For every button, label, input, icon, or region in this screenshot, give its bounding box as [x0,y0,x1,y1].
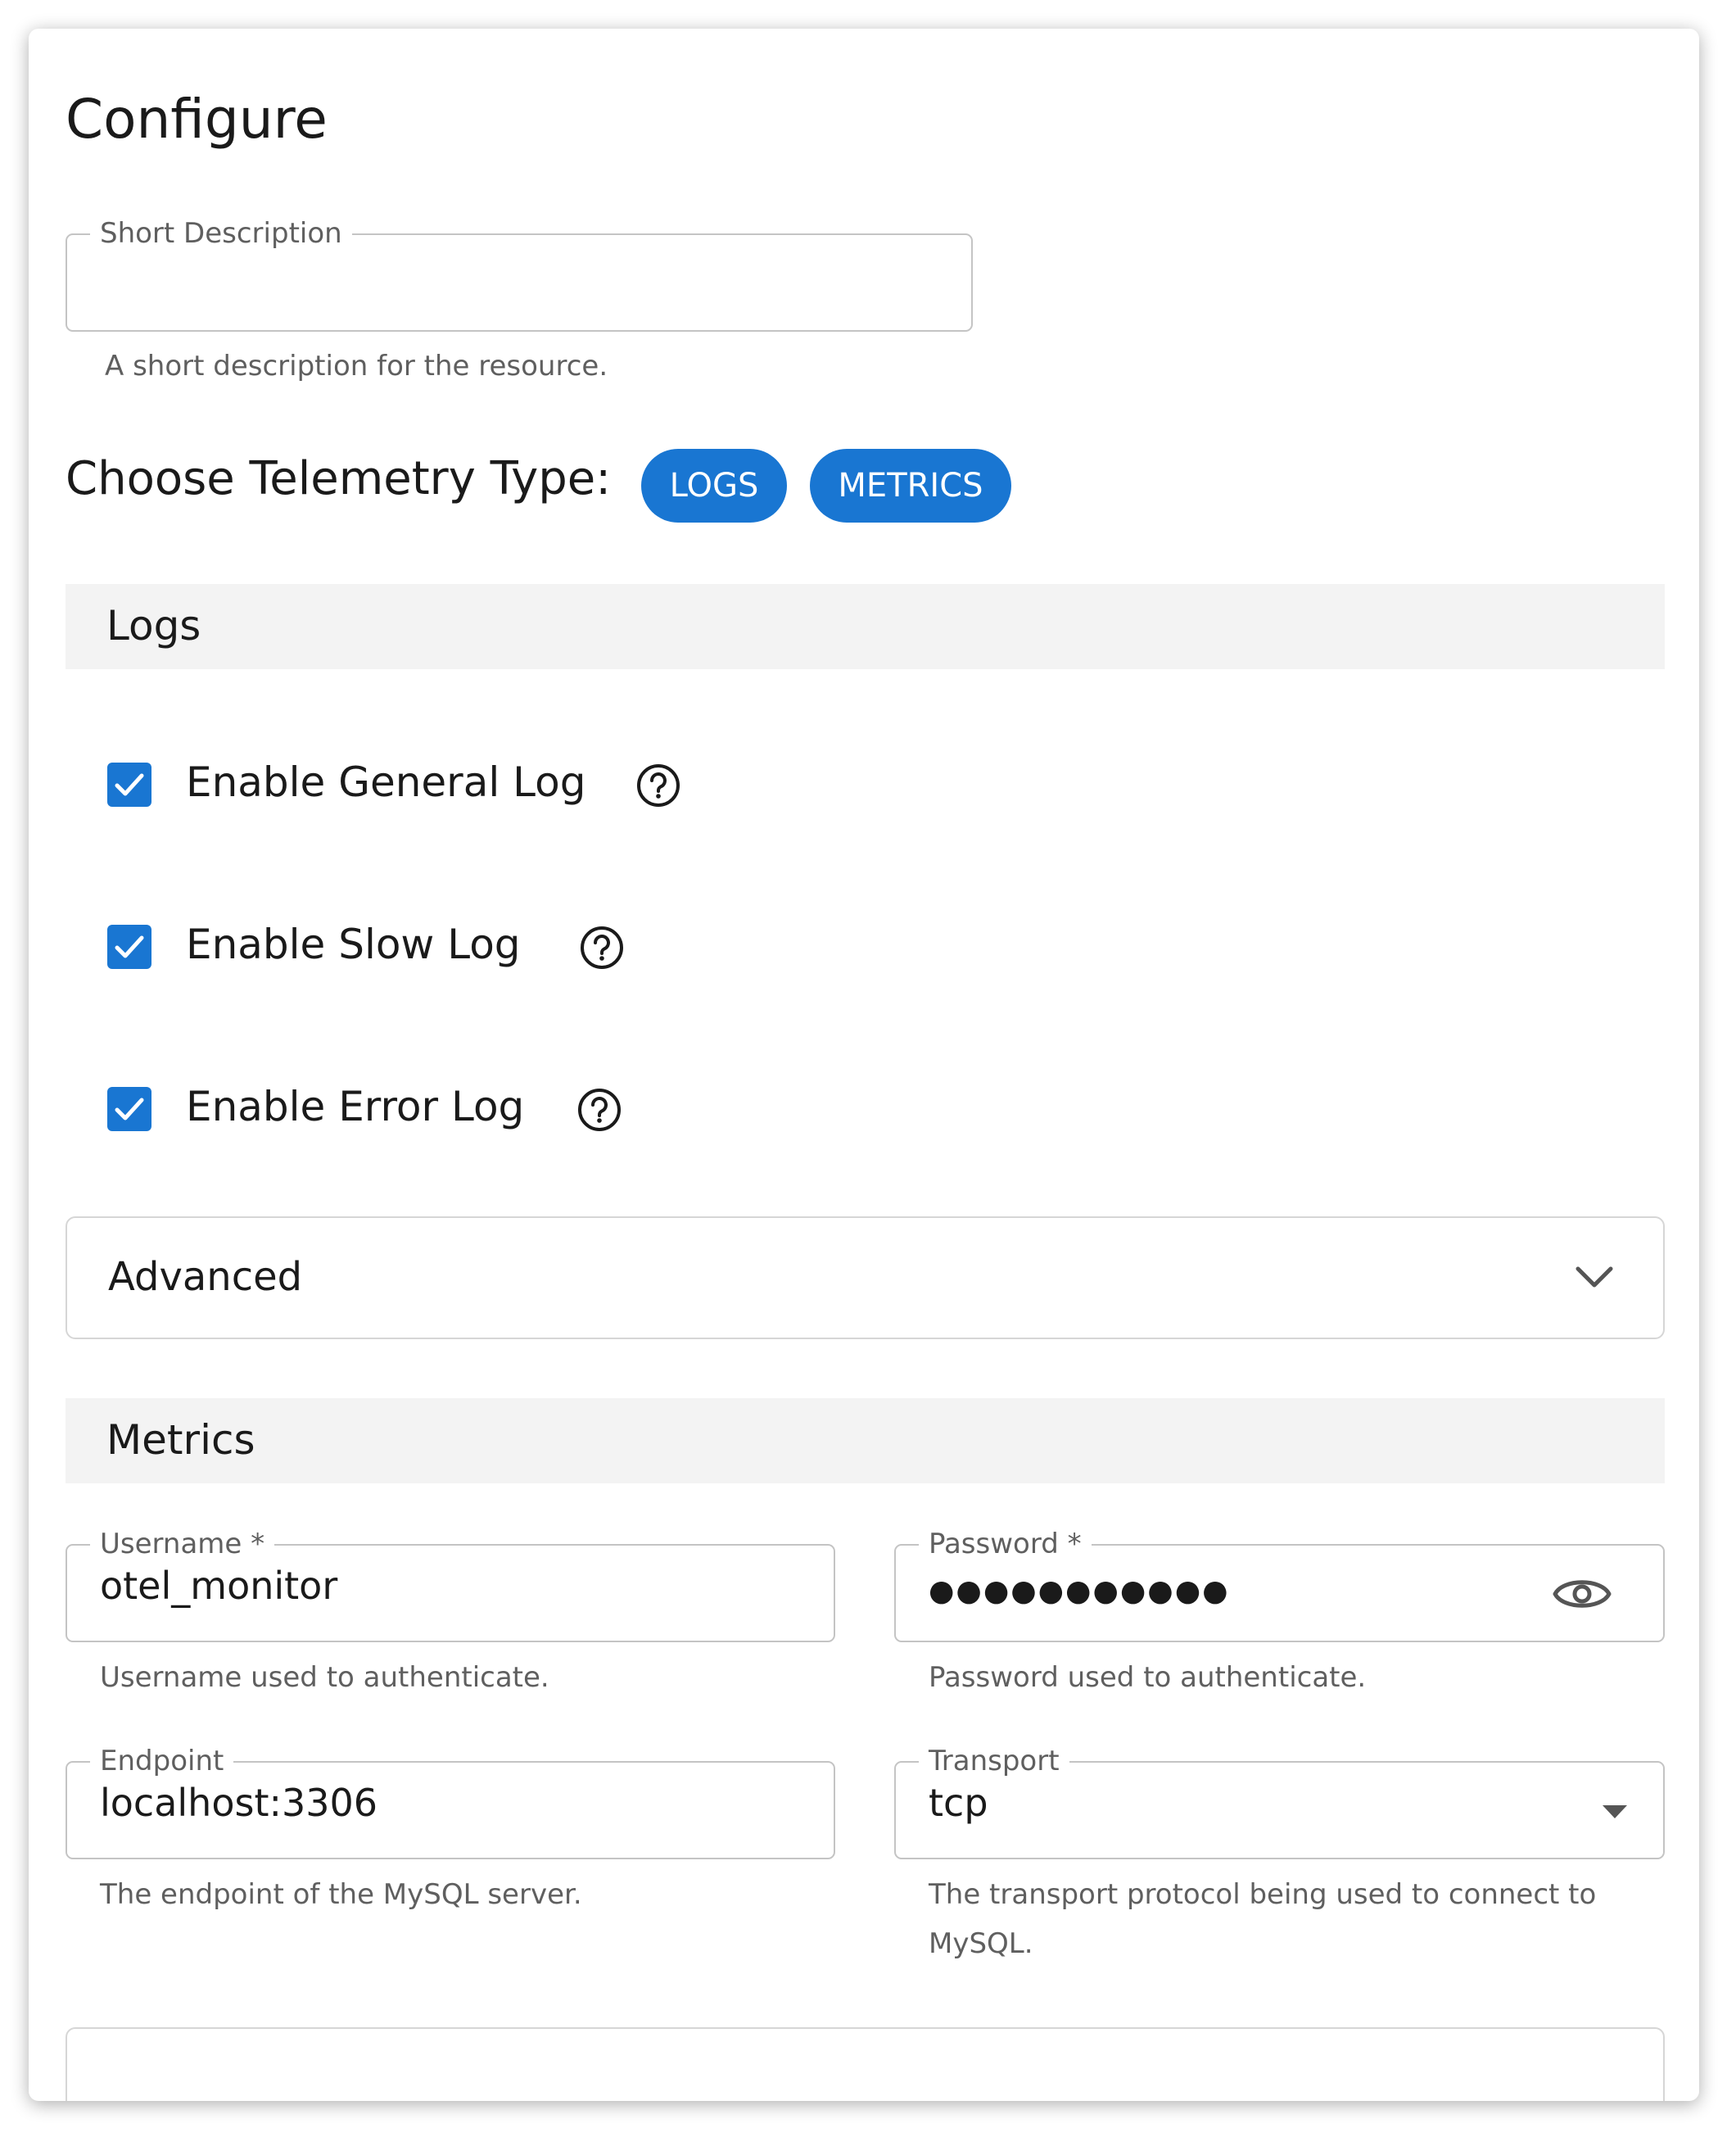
chevron-down-icon [1576,1266,1613,1288]
short-description-label: Short Description [90,215,352,251]
endpoint-label: Endpoint [90,1743,234,1779]
username-helper: Username used to authenticate. [100,1661,549,1694]
dropdown-arrow-icon [1603,1805,1627,1818]
transport-helper-line-2: MySQL. [929,1927,1033,1960]
check-icon [115,773,144,796]
username-label: Username * [90,1526,275,1562]
metrics-section-title: Metrics [106,1416,255,1464]
password-label: Password * [919,1526,1092,1562]
logs-section-header: Logs [66,584,1665,669]
help-circle-icon[interactable] [579,925,625,971]
check-icon [115,1098,144,1121]
eye-icon[interactable] [1552,1570,1612,1618]
slow-log-label: Enable Slow Log [186,921,521,968]
general-log-label: Enable General Log [186,758,586,806]
logs-chip[interactable]: LOGS [641,449,787,523]
transport-select[interactable]: Transport tcp [894,1743,1665,1859]
check-icon [115,935,144,958]
help-circle-icon[interactable] [576,1087,622,1133]
help-circle-icon[interactable] [635,763,681,808]
endpoint-helper: The endpoint of the MySQL server. [100,1878,582,1911]
password-field[interactable]: Password * ●●●●●●●●●●● [894,1526,1665,1642]
transport-label: Transport [919,1743,1069,1779]
slow-log-checkbox[interactable] [107,925,151,969]
username-field[interactable]: Username * otel_monitor [66,1526,835,1642]
next-section-card [66,2027,1665,2101]
advanced-accordion[interactable]: Advanced [66,1216,1665,1339]
transport-helper: The transport protocol being used to con… [929,1870,1596,1968]
password-helper: Password used to authenticate. [929,1661,1367,1694]
metrics-section-header: Metrics [66,1398,1665,1483]
short-description-helper: A short description for the resource. [105,350,608,383]
telemetry-type-label: Choose Telemetry Type: [66,452,612,505]
transport-helper-line-1: The transport protocol being used to con… [929,1878,1597,1911]
metrics-chip[interactable]: METRICS [810,449,1011,523]
page-title: Configure [66,88,328,151]
logs-section-title: Logs [106,602,201,650]
advanced-label: Advanced [108,1254,303,1300]
transport-value: tcp [929,1781,988,1825]
endpoint-field[interactable]: Endpoint localhost:3306 [66,1743,835,1859]
endpoint-value: localhost:3306 [100,1781,378,1825]
short-description-field[interactable]: Short Description [66,215,973,332]
error-log-checkbox[interactable] [107,1087,151,1131]
error-log-label: Enable Error Log [186,1083,525,1130]
general-log-checkbox[interactable] [107,763,151,807]
configure-panel: Configure Short Description A short desc… [29,29,1699,2101]
password-value: ●●●●●●●●●●● [929,1574,1230,1608]
username-value: otel_monitor [100,1564,338,1608]
